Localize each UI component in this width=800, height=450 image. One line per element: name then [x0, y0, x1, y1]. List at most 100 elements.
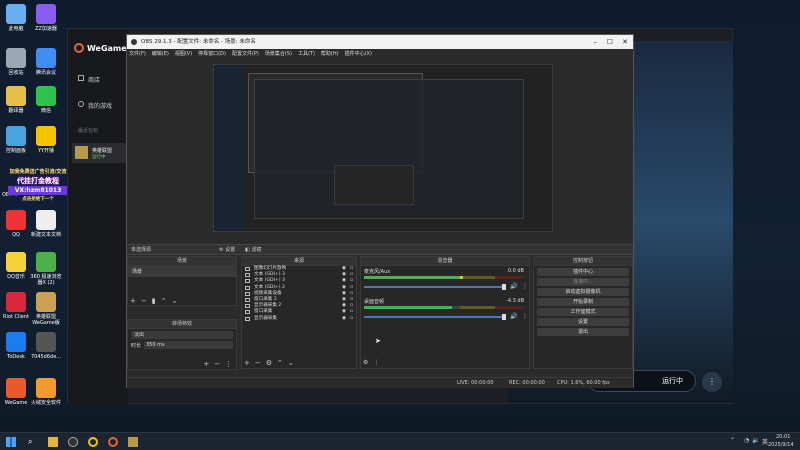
games-icon: [78, 101, 84, 107]
slider-handle[interactable]: [502, 314, 506, 320]
desktop-icon[interactable]: 火绒安全软件: [28, 378, 64, 406]
source-type-icon: [245, 304, 250, 309]
rec-status: REC: 00:00:00: [509, 380, 545, 386]
lol-taskbar-icon[interactable]: [128, 437, 138, 447]
control-button[interactable]: 插件中心: [537, 268, 629, 276]
remove-scene-button[interactable]: −: [141, 297, 147, 305]
close-button[interactable]: ✕: [622, 35, 628, 49]
recent-game-item[interactable]: 英雄联盟 运行中: [72, 143, 126, 163]
transitions-dock: 转场特效 淡出 时长 350 ms + − ⋮: [127, 319, 237, 370]
volume-meter-mask: [452, 306, 524, 309]
menu-item[interactable]: 文件(F): [129, 49, 146, 60]
network-icon[interactable]: ◔: [744, 437, 749, 444]
nav-my-games[interactable]: 我的游戏: [78, 101, 112, 110]
obs-window: OBS 29.1.3 - 配置文件: 未命名 - 场景: 未命名 – ☐ ✕ 文…: [126, 34, 634, 388]
scene-filter-button[interactable]: ▮: [152, 297, 156, 305]
menu-item[interactable]: 视图(V): [175, 49, 192, 60]
obs-menubar: 文件(F) 编辑(E) 视图(V) 停靠窗口(D) 配置文件(P) 场景集合(S) 工具(T…: [127, 49, 633, 60]
remove-source-button[interactable]: −: [255, 359, 261, 367]
visibility-eye-icon[interactable]: ◉: [342, 316, 346, 322]
remove-transition-button[interactable]: −: [214, 360, 220, 368]
app-icon: [6, 126, 26, 146]
sources-header: 来源: [242, 257, 356, 266]
search-icon[interactable]: ⌕: [28, 437, 38, 447]
volume-slider[interactable]: [364, 316, 504, 318]
add-source-button[interactable]: +: [244, 359, 250, 367]
mixer-dock: 混音器 麦克风/Aux 0.0 dB 🔊 ⋮ 桌面音频 -4.3 dB 🔊 ⋮ ⚙ ⋮ ➤: [360, 256, 530, 369]
clock-date[interactable]: 2025/9/14: [768, 442, 794, 448]
desktop-icon[interactable]: 腾讯会议: [28, 48, 64, 76]
source-type-icon: [245, 310, 250, 315]
app-icon: [36, 292, 56, 312]
desktop-icon[interactable]: YY开播: [28, 126, 64, 154]
control-button[interactable]: 设置: [537, 318, 629, 326]
menu-item[interactable]: 编辑(E): [152, 49, 169, 60]
clock-time[interactable]: 20:01: [776, 434, 790, 440]
channel-menu-icon[interactable]: ⋮: [522, 313, 528, 320]
control-button[interactable]: 连接中...: [537, 278, 629, 286]
mixer-menu-button[interactable]: ⋮: [373, 359, 379, 366]
properties-button[interactable]: ⚙ 设置: [219, 245, 235, 255]
source-up-button[interactable]: ⌃: [277, 359, 283, 367]
move-down-button[interactable]: ⌄: [171, 297, 177, 305]
mute-speaker-icon[interactable]: 🔊: [510, 313, 517, 320]
menu-item[interactable]: 帮助(H): [321, 49, 339, 60]
preview-canvas[interactable]: [213, 64, 553, 232]
controls-dock: 控制按钮 插件中心 连接中... 启动虚拟摄像机 开始录制 工作室模式 设置 退出: [533, 256, 633, 369]
obs-taskbar-icon[interactable]: [68, 437, 78, 447]
menu-item[interactable]: 场景集合(S): [265, 49, 292, 60]
files-icon[interactable]: [48, 437, 58, 447]
preview-desktop-sidebar: [214, 65, 244, 231]
channel-menu-icon[interactable]: ⋮: [522, 283, 528, 290]
more-button[interactable]: ⋮: [702, 372, 722, 392]
sources-toolbar: + − ⚙ ⌃ ⌄: [244, 359, 294, 367]
add-scene-button[interactable]: +: [130, 297, 136, 305]
volume-icon[interactable]: 🔉: [752, 437, 759, 444]
menu-item[interactable]: 停靠窗口(D): [198, 49, 226, 60]
sources-dock: 来源 图像幻灯片放映 ◉ ▫ 文本 (GDI+) 3 ◉ ▫ 文本 (GDI+) 3 ◉ ▫ 文本…: [241, 256, 357, 369]
minimize-button[interactable]: –: [594, 35, 598, 49]
source-type-icon: [245, 267, 250, 271]
source-type-icon: [245, 297, 250, 302]
desktop-icon[interactable]: ZZ加速器: [28, 4, 64, 32]
transition-menu-button[interactable]: ⋮: [225, 360, 232, 368]
control-button[interactable]: 启动虚拟摄像机: [537, 288, 629, 296]
source-item[interactable]: 显示器采集 ◉ ▫: [242, 316, 356, 322]
menu-item[interactable]: 工具(T): [298, 49, 315, 60]
source-down-button[interactable]: ⌄: [288, 359, 294, 367]
wegame-sidebar: WeGame 商店 我的游戏 最近在玩 英雄联盟 运行中: [68, 29, 128, 405]
desktop-icon[interactable]: 微信: [28, 86, 64, 114]
add-transition-button[interactable]: +: [203, 360, 209, 368]
lock-icon[interactable]: ▫: [350, 316, 353, 322]
taskbar: ⌕ ⌃ ◔ 🔉 英 20:01 2025/9/14: [0, 432, 800, 450]
tray-chevron-icon[interactable]: ⌃: [730, 437, 735, 444]
move-up-button[interactable]: ⌃: [161, 297, 167, 305]
source-settings-icon[interactable]: ⚙: [266, 359, 272, 367]
filters-button[interactable]: ◧ 滤镜: [245, 245, 261, 255]
menu-item[interactable]: 插件中心(X): [345, 49, 372, 60]
desktop-icon[interactable]: 新建文本文档: [28, 210, 64, 238]
mute-speaker-icon[interactable]: 🔊: [510, 283, 517, 290]
windows-start-icon[interactable]: [6, 437, 16, 447]
desktop-icon[interactable]: 7045d6de...: [28, 332, 64, 360]
desktop-icon[interactable]: 360 极速浏览器X (2): [28, 252, 64, 286]
wegame-taskbar-icon[interactable]: [108, 437, 118, 447]
control-button[interactable]: 工作室模式: [537, 308, 629, 316]
watermark-line2: 代挂打金教程: [17, 177, 59, 185]
slider-handle[interactable]: [502, 284, 506, 290]
control-button[interactable]: 开始录制: [537, 298, 629, 306]
nav-store[interactable]: 商店: [78, 75, 100, 84]
desktop-icon[interactable]: 英雄联盟WeGame版: [28, 292, 64, 326]
duration-input[interactable]: 350 ms: [144, 341, 233, 349]
transition-select[interactable]: 淡出: [131, 331, 233, 339]
scenes-toolbar: + − ▮ ⌃ ⌄: [130, 297, 177, 305]
advanced-audio-icon[interactable]: ⚙: [363, 359, 368, 366]
yy-taskbar-icon[interactable]: [88, 437, 98, 447]
menu-item[interactable]: 配置文件(P): [232, 49, 259, 60]
app-icon: [36, 378, 56, 398]
volume-slider[interactable]: [364, 286, 504, 288]
control-button[interactable]: 退出: [537, 328, 629, 336]
maximize-button[interactable]: ☐: [607, 35, 613, 49]
cpu-status: CPU: 1.6%, 60.00 fps: [557, 380, 610, 386]
scene-item[interactable]: 场景: [128, 266, 236, 277]
